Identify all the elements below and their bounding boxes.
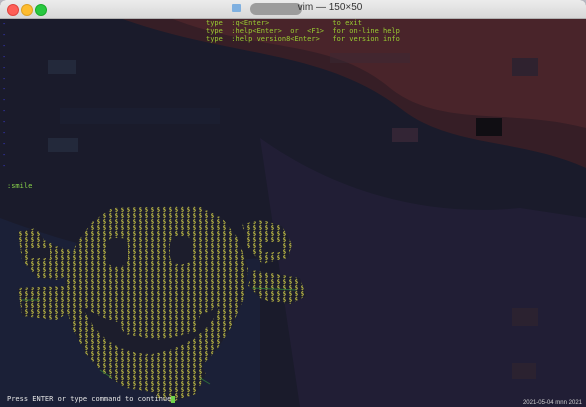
vim-status-line: Press ENTER or type command to continue [7, 395, 176, 403]
desktop-clock-fragment: 2021-05-04 mnn 2021 [522, 400, 582, 406]
help-line: type :help version8<Enter> for version i… [206, 35, 400, 43]
smiley-ascii-art: $ [18, 206, 306, 402]
help-line: type :q<Enter> to exit [206, 19, 362, 27]
title-bar: vim — 150×50 [0, 0, 586, 19]
terminal-window: vim — 150×50 -------------- type :q<Ente… [0, 0, 586, 407]
help-line: type :help<Enter> or <F1> for on-line he… [206, 27, 400, 35]
terminal-content[interactable]: -------------- type :q<Enter> to exit ty… [0, 18, 586, 407]
window-title-text: vim — 150×50 [297, 2, 363, 13]
text-cursor [171, 395, 176, 403]
window-title: vim — 150×50 [0, 2, 586, 13]
status-message: Press ENTER or type command to continue [7, 395, 172, 403]
vim-help-text: type :q<Enter> to exit type :help<Enter>… [206, 19, 400, 43]
empty-line-markers: -------------- [2, 20, 7, 170]
